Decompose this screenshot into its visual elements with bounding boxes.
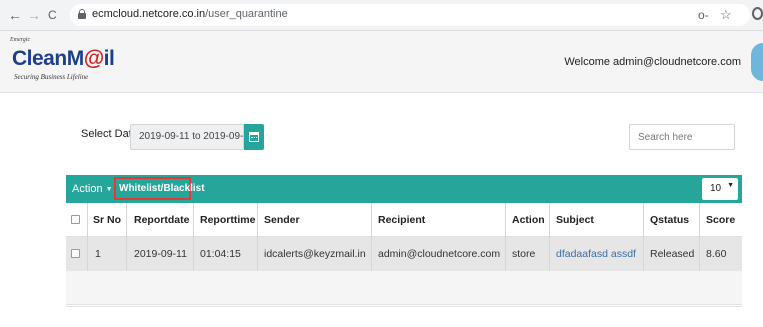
logo-il: il	[103, 47, 115, 70]
column-divider	[193, 203, 194, 271]
browser-toolbar: ← → C ecmcloud.netcore.co.in/user_quaran…	[0, 0, 763, 31]
action-label: Action	[72, 183, 103, 195]
table-row[interactable]: 1 2019-09-11 01:04:15 idcalerts@keyzmail…	[66, 237, 742, 271]
logo-tagline: Securing Business Lifeline	[14, 73, 89, 81]
table-header-row: Sr No Reportdate Reporttime Sender Recip…	[66, 203, 742, 237]
logo-m: M	[66, 47, 85, 70]
col-header-action[interactable]: Action	[512, 214, 545, 226]
rows-per-page-select[interactable]: 10 ▼	[702, 178, 738, 200]
cell-recipient: admin@cloudnetcore.com	[378, 248, 501, 260]
col-header-qstatus[interactable]: Qstatus	[650, 214, 689, 226]
column-divider	[126, 203, 127, 271]
column-divider	[699, 203, 700, 271]
cell-action: store	[512, 248, 536, 260]
column-divider	[87, 203, 88, 271]
logo-wordmark: CleanM@il	[12, 47, 115, 71]
cell-qstatus: Released	[650, 248, 695, 260]
column-divider	[643, 203, 644, 271]
col-header-reporttime[interactable]: Reporttime	[200, 214, 255, 226]
col-header-sender[interactable]: Sender	[264, 214, 300, 226]
reload-icon[interactable]: C	[48, 7, 57, 23]
search-input[interactable]	[629, 124, 735, 150]
calendar-button[interactable]	[244, 124, 264, 150]
bookmark-star-icon[interactable]: ☆	[720, 7, 732, 23]
lock-icon	[78, 9, 86, 19]
address-bar[interactable]: ecmcloud.netcore.co.in/user_quarantine o…	[70, 4, 750, 26]
chevron-down-icon: ▼	[105, 186, 113, 193]
welcome-text: Welcome admin@cloudnetcore.com	[564, 56, 741, 68]
cell-subject-link[interactable]: dfadaafasd assdf	[556, 248, 636, 260]
col-header-score[interactable]: Score	[706, 214, 735, 226]
table-toolbar: Action ▼ Whitelist/Blacklist 10 ▼	[66, 175, 742, 203]
rows-per-page-value: 10	[710, 183, 722, 194]
col-header-subject[interactable]: Subject	[556, 214, 594, 226]
column-divider	[549, 203, 550, 271]
app-header: Emergic CleanM@il Securing Business Life…	[0, 31, 763, 93]
extension-icon[interactable]	[752, 7, 763, 20]
col-header-reportdate[interactable]: Reportdate	[134, 214, 189, 226]
whitelist-blacklist-button[interactable]: Whitelist/Blacklist	[114, 177, 205, 200]
divider	[66, 306, 742, 307]
cell-score: 8.60	[706, 248, 727, 260]
column-divider	[257, 203, 258, 271]
cell-sr-no: 1	[95, 248, 101, 260]
col-header-recipient[interactable]: Recipient	[378, 214, 425, 226]
key-icon[interactable]: o-	[698, 8, 709, 22]
forward-arrow-icon[interactable]: →	[27, 7, 41, 23]
cell-reportdate: 2019-09-11	[134, 248, 187, 260]
date-range-input[interactable]: 2019-09-11 to 2019-09-11	[130, 124, 254, 150]
back-arrow-icon[interactable]: ←	[8, 7, 22, 23]
select-caret-icon: ▼	[727, 182, 734, 189]
row-checkbox[interactable]	[71, 249, 80, 258]
avatar[interactable]	[751, 43, 763, 81]
url-text: ecmcloud.netcore.co.in/user_quarantine	[92, 8, 288, 20]
logo-at: @	[83, 47, 104, 70]
action-dropdown[interactable]: Action ▼	[72, 183, 113, 195]
cell-sender: idcalerts@keyzmail.in	[264, 248, 366, 260]
url-path: /user_quarantine	[205, 8, 288, 20]
url-host: ecmcloud.netcore.co.in	[92, 8, 206, 20]
select-all-checkbox[interactable]	[71, 215, 80, 224]
column-divider	[505, 203, 506, 271]
cell-reporttime: 01:04:15	[200, 248, 241, 260]
logo-emergic-text: Emergic	[10, 37, 31, 43]
cleanmail-logo[interactable]: Emergic CleanM@il Securing Business Life…	[10, 37, 140, 89]
logo-clean: Clean	[12, 47, 67, 70]
col-header-sr-no[interactable]: Sr No	[93, 214, 121, 226]
table-empty-row	[66, 271, 742, 305]
column-divider	[371, 203, 372, 271]
